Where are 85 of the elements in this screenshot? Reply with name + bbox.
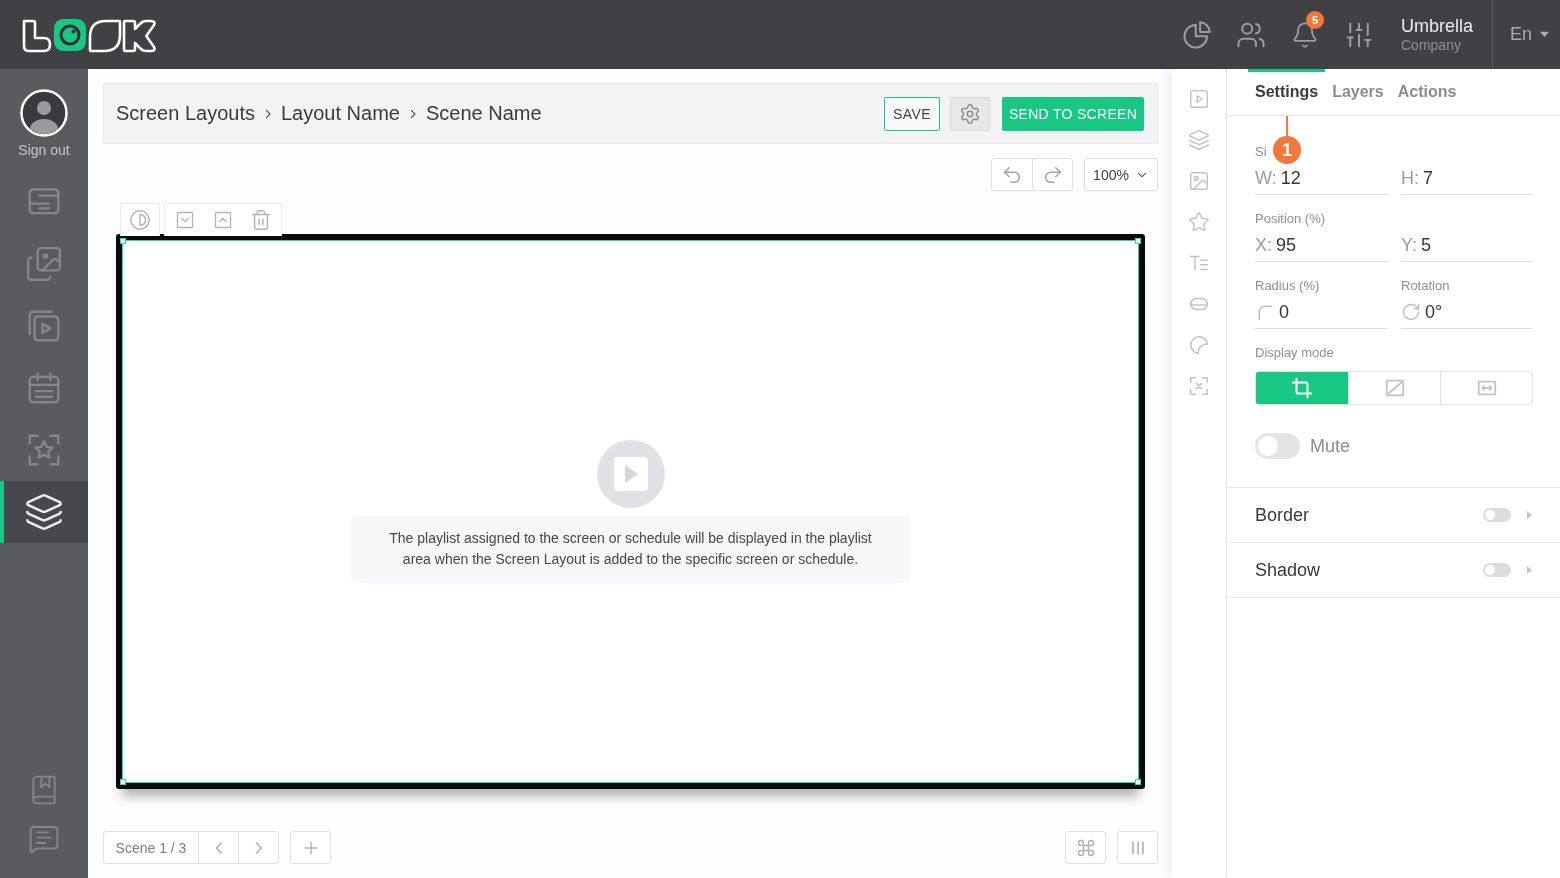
section-title[interactable]: Shadow	[1255, 559, 1321, 581]
section-title[interactable]: Border	[1255, 504, 1310, 526]
notification-badge: 5	[1306, 11, 1324, 29]
scan-icon	[1188, 375, 1210, 397]
crop-icon	[1291, 377, 1313, 399]
zoom-select[interactable]: 100%	[1084, 158, 1158, 191]
account-subtitle: Company	[1401, 36, 1462, 54]
caret-right-icon	[1525, 566, 1533, 574]
field-prefix: X:	[1255, 234, 1272, 256]
input-field[interactable]: Y: 5	[1401, 229, 1533, 262]
tool-button[interactable]	[1188, 129, 1210, 151]
image-icon	[1188, 170, 1210, 192]
avatar[interactable]	[20, 89, 68, 137]
caret-down-icon	[1540, 30, 1550, 39]
contrast-button[interactable]	[120, 203, 160, 236]
breadcrumb-link[interactable]: Screen Layouts	[116, 102, 255, 125]
nav-item[interactable]	[0, 481, 88, 543]
input-field[interactable]: X: 95	[1255, 229, 1387, 262]
caret-right-icon	[1525, 511, 1533, 519]
corner-radius-icon	[1255, 302, 1275, 322]
tool-button[interactable]	[1188, 334, 1210, 356]
field-value: 0°	[1425, 301, 1443, 323]
toggle-label: Mute	[1310, 435, 1351, 457]
square-diagonal-icon	[1383, 377, 1406, 399]
display-mode-option[interactable]	[1440, 372, 1532, 404]
account-name[interactable]: Umbrella	[1401, 15, 1477, 37]
field-prefix: W:	[1255, 167, 1277, 189]
input-field[interactable]: H: 7	[1401, 162, 1533, 195]
command-icon	[1075, 837, 1096, 858]
step-badge: 1	[1273, 136, 1301, 164]
layers-icon	[24, 492, 64, 532]
input-field[interactable]: 0	[1255, 296, 1387, 329]
field-value: 12	[1280, 167, 1301, 189]
field-label: Display mode	[1255, 345, 1334, 361]
tool-button[interactable]	[1188, 375, 1210, 397]
sticker-icon	[1188, 334, 1210, 356]
scene-counter: Scene 1 / 3	[114, 838, 188, 858]
input-field[interactable]: 0°	[1401, 296, 1533, 329]
trash-icon	[250, 209, 272, 231]
field-prefix: H:	[1401, 167, 1419, 189]
field-label: Si	[1255, 144, 1267, 160]
field-label: Rotation	[1401, 278, 1450, 294]
square-chevron-up-icon	[213, 210, 233, 230]
resize-handle[interactable]	[120, 779, 126, 785]
rotate-icon	[1401, 302, 1421, 322]
tool-button[interactable]	[1188, 170, 1210, 192]
pie-chart-icon	[1182, 19, 1212, 50]
input-field[interactable]: W: 12	[1255, 162, 1387, 195]
columns-button[interactable]	[1117, 831, 1158, 864]
field-value: 95	[1276, 234, 1297, 256]
selection-outline[interactable]: The playlist assigned to the screen or schedule will be displayed in the playlist area when the Screen Layout is added to the specific screen or schedule.	[122, 240, 1139, 783]
toggle-switch[interactable]	[1483, 563, 1511, 577]
shortcuts-button[interactable]	[1065, 831, 1106, 864]
info-message: The playlist assigned to the screen or schedule will be displayed in the playlist area when the Screen Layout is added to the specific screen or schedule.	[351, 516, 910, 583]
resize-handle[interactable]	[1135, 238, 1141, 244]
add-scene-button[interactable]	[290, 831, 331, 864]
sign-out-link[interactable]: Sign out	[18, 142, 70, 158]
tab[interactable]: Settings	[1248, 69, 1326, 115]
field-value: 7	[1423, 167, 1433, 189]
field-prefix: Y:	[1401, 234, 1417, 256]
display-mode-option[interactable]	[1256, 372, 1348, 404]
images-icon	[25, 245, 63, 283]
contrast-icon	[129, 209, 151, 231]
layers-icon	[1188, 129, 1210, 151]
resize-handle[interactable]	[120, 238, 126, 244]
breadcrumb-current: Scene Name	[425, 102, 542, 125]
square-chevron-down-icon	[175, 210, 195, 230]
field-value: 5	[1421, 234, 1432, 256]
star-icon	[1188, 211, 1210, 233]
field-value: 0	[1279, 301, 1289, 323]
field-label: Position (%)	[1255, 211, 1326, 227]
resize-handle[interactable]	[1135, 779, 1141, 785]
field-label: Radius (%)	[1255, 278, 1320, 294]
settings-button[interactable]	[950, 96, 990, 131]
leader-line	[1286, 116, 1288, 137]
logo-icon[interactable]	[20, 16, 158, 53]
tool-button[interactable]	[1188, 88, 1210, 110]
square-play-icon	[1188, 88, 1210, 110]
play-icon	[596, 440, 665, 508]
settings-icon	[959, 102, 981, 125]
toggle-switch[interactable]	[1255, 433, 1300, 459]
save-button[interactable]: SAVE	[884, 96, 940, 131]
breadcrumb-link[interactable]: Layout Name	[281, 102, 400, 125]
tool-button[interactable]	[1188, 211, 1210, 233]
toggle-switch[interactable]	[1483, 508, 1511, 522]
